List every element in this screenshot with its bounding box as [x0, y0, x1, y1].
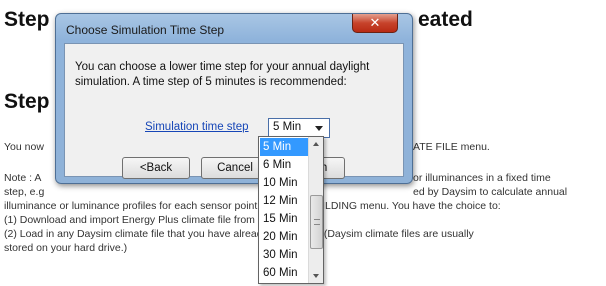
- time-step-select-value: 5 Min: [273, 121, 302, 133]
- dropdown-option[interactable]: 60 Min: [260, 264, 308, 282]
- close-button[interactable]: ✕: [352, 14, 398, 33]
- dialog-message: You can choose a lower time step for you…: [75, 60, 397, 90]
- dropdown-option[interactable]: 15 Min: [260, 210, 308, 228]
- note-line-3: illuminance or luminance profiles for ea…: [4, 200, 501, 212]
- scrollbar-thumb[interactable]: [310, 195, 323, 249]
- time-step-select[interactable]: 5 Min: [268, 118, 330, 138]
- note-line-2-left: step, e.g: [4, 186, 45, 198]
- page-heading-step: Step: [4, 8, 50, 31]
- choose-time-step-dialog: Choose Simulation Time Step ✕ You can ch…: [55, 13, 413, 184]
- dropdown-option[interactable]: 30 Min: [260, 246, 308, 264]
- dropdown-option[interactable]: 12 Min: [260, 192, 308, 210]
- note-line-2-right: ed by Daysim to calculate annual: [413, 186, 568, 198]
- dropdown-option[interactable]: 5 Min: [260, 138, 308, 156]
- note-line-1-left: Note : A: [4, 172, 42, 184]
- dropdown-scrollbar[interactable]: [308, 137, 323, 283]
- dropdown-option[interactable]: 20 Min: [260, 228, 308, 246]
- scroll-down-arrow-icon[interactable]: [309, 268, 324, 283]
- grip-icon: [314, 219, 320, 225]
- chevron-down-icon[interactable]: [315, 126, 323, 131]
- page-heading-step-continued: eated: [418, 8, 473, 31]
- dialog-title: Choose Simulation Time Step: [66, 23, 225, 37]
- dialog-message-line-1: You can choose a lower time step for you…: [75, 61, 370, 73]
- back-button[interactable]: <Back: [122, 157, 190, 179]
- page-subheading-step: Step: [4, 90, 50, 113]
- dropdown-option[interactable]: 6 Min: [260, 156, 308, 174]
- note-line-1-right: or illuminances in a fixed time: [413, 172, 551, 184]
- simulation-time-step-link[interactable]: Simulation time step: [145, 121, 249, 133]
- dropdown-option[interactable]: 10 Min: [260, 174, 308, 192]
- dialog-message-line-2: simulation. A time step of 5 minutes is …: [75, 76, 347, 88]
- paragraph-file-menu: ATE FILE menu.: [413, 141, 490, 153]
- paragraph-you-now: You now: [4, 141, 44, 153]
- scroll-up-arrow-icon[interactable]: [309, 137, 324, 152]
- dialog-body: You can choose a lower time step for you…: [64, 43, 404, 179]
- time-step-dropdown-list: 5 Min 6 Min 10 Min 12 Min 15 Min 20 Min …: [258, 136, 324, 284]
- close-icon: ✕: [369, 15, 381, 30]
- note-line-6: stored on your hard drive.): [4, 242, 128, 254]
- note-line-5: (2) Load in any Daysim climate file that…: [4, 228, 474, 240]
